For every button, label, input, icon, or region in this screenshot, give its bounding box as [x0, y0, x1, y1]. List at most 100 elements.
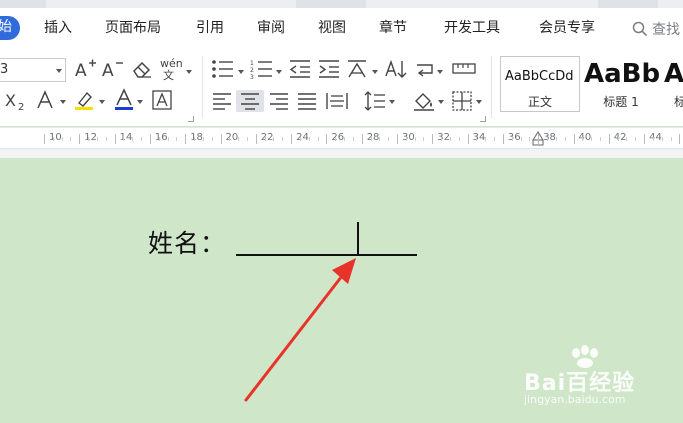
line-spacing-icon[interactable]	[363, 90, 387, 112]
chevron-down-icon[interactable]	[60, 100, 66, 104]
sort-icon[interactable]	[384, 58, 408, 80]
ruler-minor-tick	[529, 137, 531, 141]
ruler-number: 18	[190, 132, 203, 143]
numbered-list-icon[interactable]: 123	[250, 59, 274, 79]
ruler-minor-tick	[194, 137, 196, 141]
shading-icon[interactable]	[412, 90, 436, 112]
align-center-icon[interactable]	[239, 91, 261, 111]
svg-text:X: X	[5, 91, 16, 110]
ruler-tick	[608, 134, 610, 144]
style-heading-1[interactable]: AaBb 标题 1	[581, 56, 661, 112]
tab-stops-icon[interactable]	[452, 61, 476, 77]
chevron-down-icon[interactable]	[137, 100, 143, 104]
search-box[interactable]: 查找	[632, 19, 680, 39]
font-size-select[interactable]: 3	[0, 58, 66, 82]
clear-format-icon[interactable]	[131, 59, 153, 79]
bullet-list-icon[interactable]	[211, 59, 235, 79]
borders-icon[interactable]	[451, 90, 473, 112]
ruler-minor-tick	[511, 137, 513, 141]
char-border-icon[interactable]	[151, 89, 173, 111]
ruler-minor-tick	[661, 137, 663, 141]
chevron-down-icon[interactable]	[437, 70, 443, 74]
ruler-minor-tick	[176, 137, 178, 141]
tab-developer-tools[interactable]: 开发工具	[444, 18, 500, 38]
ruler-tick	[467, 134, 469, 144]
tab-review[interactable]: 审阅	[257, 18, 285, 38]
ruler-minor-tick	[388, 137, 390, 141]
menu-bar: 始 插入 页面布局 引用 审阅 视图 章节 开发工具 会员专享 查找	[0, 8, 683, 46]
chinese-layout-icon[interactable]	[346, 58, 370, 80]
chevron-down-icon[interactable]	[99, 100, 105, 104]
ruler-minor-tick	[414, 137, 416, 141]
justify-icon[interactable]	[296, 91, 318, 111]
chevron-down-icon[interactable]	[186, 70, 192, 74]
ruler-minor-tick	[317, 137, 319, 141]
ruler-minor-tick	[229, 137, 231, 141]
style-heading-2[interactable]: A 标	[661, 56, 683, 112]
tab-section[interactable]: 章节	[379, 18, 407, 38]
increase-indent-icon[interactable]	[317, 59, 341, 79]
highlight-icon[interactable]	[73, 89, 97, 111]
search-icon	[632, 21, 648, 37]
distributed-icon[interactable]	[325, 91, 349, 111]
tab-member[interactable]: 会员专享	[539, 18, 595, 38]
ruler-minor-tick	[423, 137, 425, 141]
chevron-down-icon[interactable]	[389, 100, 395, 104]
decrease-indent-icon[interactable]	[288, 59, 312, 79]
strip-segment	[598, 0, 658, 8]
horizontal-ruler[interactable]: 10121416182022242628303234363840424446	[0, 127, 683, 149]
ruler-tick	[432, 134, 434, 144]
tab-start[interactable]: 始	[0, 16, 20, 40]
ruler-number: 14	[119, 132, 133, 143]
ruler-tick	[644, 134, 646, 144]
ruler-tick	[149, 134, 151, 144]
tab-insert[interactable]: 插入	[44, 18, 72, 38]
chevron-down-icon[interactable]	[372, 70, 378, 74]
phonetic-guide-icon[interactable]: wén 文	[160, 57, 190, 81]
font-color-icon[interactable]	[113, 88, 135, 112]
chevron-down-icon[interactable]	[438, 100, 444, 104]
tab-view[interactable]: 视图	[318, 18, 346, 38]
ruler-minor-tick	[599, 137, 601, 141]
ruler-minor-tick	[344, 137, 346, 141]
font-grow-icon[interactable]: A	[74, 58, 98, 80]
font-shrink-icon[interactable]: A	[101, 58, 125, 80]
ruler-minor-tick	[626, 137, 628, 141]
ruler-tick	[361, 134, 363, 144]
style-normal[interactable]: AaBbCcDd 正文	[500, 56, 580, 112]
ruler-tick	[573, 134, 575, 144]
svg-text:2: 2	[250, 67, 254, 74]
show-hide-marks-icon[interactable]	[414, 59, 436, 79]
chevron-down-icon[interactable]	[476, 100, 482, 104]
tab-references[interactable]: 引用	[196, 18, 224, 38]
styles-gallery: AaBbCcDd 正文 AaBb 标题 1 A 标	[497, 56, 683, 112]
ruler-minor-tick	[441, 137, 443, 141]
align-right-icon[interactable]	[268, 91, 290, 111]
text-effect-icon[interactable]	[35, 89, 57, 111]
font-dialog-launcher[interactable]	[188, 116, 194, 122]
svg-text:A: A	[102, 61, 114, 80]
ruler-minor-tick	[352, 137, 354, 141]
ruler-tick	[185, 134, 187, 144]
paragraph-dialog-launcher[interactable]	[480, 116, 486, 122]
ruler-minor-tick	[405, 137, 407, 141]
style-name: 正文	[527, 95, 552, 109]
ruler-minor-tick	[132, 137, 134, 141]
chevron-down-icon[interactable]	[238, 70, 244, 74]
ruler-minor-tick	[52, 137, 54, 141]
ruler-minor-tick	[379, 137, 381, 141]
group-divider	[202, 56, 203, 118]
style-sample: AaBb	[584, 59, 661, 89]
tab-page-layout[interactable]: 页面布局	[105, 18, 161, 38]
ruler-minor-tick	[449, 137, 451, 141]
ruler-number: 32	[437, 132, 451, 143]
ruler-minor-tick	[167, 137, 169, 141]
style-sample: A	[664, 59, 683, 89]
ruler-minor-tick	[158, 137, 160, 141]
align-left-icon[interactable]	[211, 91, 233, 111]
chevron-down-icon[interactable]	[276, 70, 282, 74]
ruler-minor-tick	[308, 137, 310, 141]
ruler-minor-tick	[591, 137, 593, 141]
ruler-tick	[397, 134, 398, 144]
subscript-icon[interactable]: X2	[4, 90, 32, 112]
